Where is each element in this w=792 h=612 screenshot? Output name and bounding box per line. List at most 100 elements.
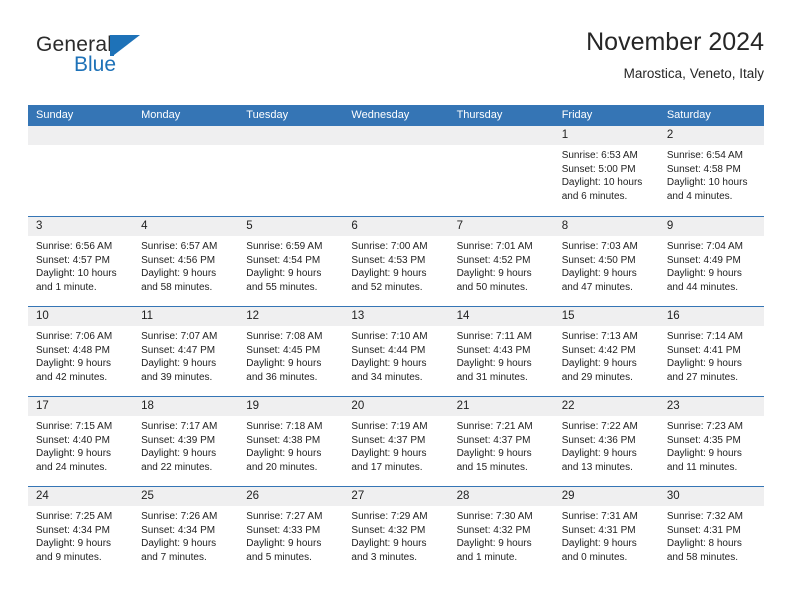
calendar-day-cell[interactable]: 18 Sunrise: 7:17 AM Sunset: 4:39 PM Dayligh… bbox=[133, 397, 239, 486]
day-number-strip: 6 bbox=[343, 217, 449, 236]
day-number-strip: 23 bbox=[658, 397, 764, 416]
day-number-strip: 10 bbox=[28, 307, 134, 326]
title-block: November 2024 Marostica, Veneto, Italy bbox=[586, 28, 764, 81]
sunrise-text: Sunrise: 7:19 AM bbox=[351, 421, 428, 432]
daylight-text: Daylight: 10 hours and 4 minutes. bbox=[666, 177, 748, 202]
day-number-strip: 29 bbox=[553, 487, 659, 506]
calendar-day-cell[interactable]: 21 Sunrise: 7:21 AM Sunset: 4:37 PM Dayligh… bbox=[448, 397, 554, 486]
calendar-day-cell[interactable]: 3 Sunrise: 6:56 AM Sunset: 4:57 PM Daylight… bbox=[28, 217, 134, 306]
day-number: 28 bbox=[456, 490, 470, 502]
general-blue-logo[interactable]: General Blue bbox=[36, 34, 256, 90]
daylight-text: Daylight: 9 hours and 5 minutes. bbox=[246, 538, 322, 563]
calendar-day-cell[interactable]: 11 Sunrise: 7:07 AM Sunset: 4:47 PM Dayligh… bbox=[133, 307, 239, 396]
calendar-day-cell[interactable]: 7 Sunrise: 7:01 AM Sunset: 4:52 PM Daylight… bbox=[448, 217, 554, 306]
sunset-text: Sunset: 4:31 PM bbox=[561, 524, 636, 536]
sunset-text: Sunset: 4:49 PM bbox=[666, 254, 741, 266]
daylight-text: Daylight: 9 hours and 3 minutes. bbox=[351, 538, 427, 563]
day-details: Sunrise: 7:30 AM Sunset: 4:32 PM Daylight:… bbox=[449, 506, 554, 564]
day-number-strip: 16 bbox=[658, 307, 764, 326]
day-number-strip: 3 bbox=[28, 217, 134, 236]
sunrise-text: Sunrise: 7:18 AM bbox=[246, 421, 323, 432]
weekday-header-tuesday: Tuesday bbox=[246, 109, 289, 121]
day-number: 11 bbox=[141, 310, 154, 322]
calendar-day-cell[interactable]: 8 Sunrise: 7:03 AM Sunset: 4:50 PM Daylight… bbox=[553, 217, 659, 306]
day-details: Sunrise: 6:59 AM Sunset: 4:54 PM Daylight:… bbox=[238, 236, 343, 294]
calendar-week-row: 3 Sunrise: 6:56 AM Sunset: 4:57 PM Daylight… bbox=[28, 216, 764, 306]
sunrise-text: Sunrise: 7:22 AM bbox=[561, 421, 638, 432]
day-number: 19 bbox=[246, 400, 260, 412]
sunrise-text: Sunrise: 7:01 AM bbox=[456, 241, 533, 252]
day-number-strip: 8 bbox=[553, 217, 659, 236]
day-number-strip: 18 bbox=[133, 397, 239, 416]
calendar-day-cell[interactable]: 5 Sunrise: 6:59 AM Sunset: 4:54 PM Daylight… bbox=[238, 217, 344, 306]
daylight-text: Daylight: 9 hours and 39 minutes. bbox=[141, 358, 217, 383]
day-number-strip: 21 bbox=[448, 397, 554, 416]
calendar-day-cell[interactable]: 19 Sunrise: 7:18 AM Sunset: 4:38 PM Dayligh… bbox=[238, 397, 344, 486]
sunset-text: Sunset: 4:36 PM bbox=[561, 434, 636, 446]
weekday-header-row: Sunday Monday Tuesday Wednesday Thursday Frid… bbox=[28, 105, 764, 126]
daylight-text: Daylight: 9 hours and 27 minutes. bbox=[666, 358, 742, 383]
sunrise-text: Sunrise: 6:56 AM bbox=[36, 241, 113, 252]
daylight-text: Daylight: 9 hours and 31 minutes. bbox=[456, 358, 532, 383]
day-number: 26 bbox=[246, 490, 260, 502]
sunset-text: Sunset: 4:42 PM bbox=[561, 344, 636, 356]
daylight-text: Daylight: 9 hours and 13 minutes. bbox=[561, 448, 637, 473]
day-details: Sunrise: 7:21 AM Sunset: 4:37 PM Daylight:… bbox=[449, 416, 554, 474]
calendar-day-cell[interactable]: 12 Sunrise: 7:08 AM Sunset: 4:45 PM Dayligh… bbox=[238, 307, 344, 396]
calendar-day-cell[interactable]: 24 Sunrise: 7:25 AM Sunset: 4:34 PM Dayligh… bbox=[28, 487, 134, 576]
sunset-text: Sunset: 4:57 PM bbox=[36, 254, 110, 266]
sunset-text: Sunset: 5:00 PM bbox=[561, 163, 636, 175]
sunset-text: Sunset: 4:31 PM bbox=[666, 524, 741, 536]
daylight-text: Daylight: 9 hours and 52 minutes. bbox=[351, 268, 427, 293]
sunrise-text: Sunrise: 7:30 AM bbox=[456, 511, 533, 522]
calendar-day-cell[interactable]: 23 Sunrise: 7:23 AM Sunset: 4:35 PM Dayligh… bbox=[658, 397, 764, 486]
calendar-day-cell[interactable]: 25 Sunrise: 7:26 AM Sunset: 4:34 PM Dayligh… bbox=[133, 487, 239, 576]
calendar-day-cell[interactable]: 14 Sunrise: 7:11 AM Sunset: 4:43 PM Dayligh… bbox=[448, 307, 554, 396]
day-number-strip: 24 bbox=[28, 487, 134, 506]
day-number: 16 bbox=[666, 310, 680, 322]
day-number: 9 bbox=[666, 220, 674, 232]
calendar-day-cell[interactable]: 4 Sunrise: 6:57 AM Sunset: 4:56 PM Daylight… bbox=[133, 217, 239, 306]
logo-text-blue: Blue bbox=[74, 53, 117, 76]
calendar-day-cell[interactable]: 9 Sunrise: 7:04 AM Sunset: 4:49 PM Daylight… bbox=[658, 217, 764, 306]
day-number-strip: 4 bbox=[133, 217, 239, 236]
sunrise-text: Sunrise: 7:13 AM bbox=[561, 331, 638, 342]
calendar-day-cell[interactable]: 10 Sunrise: 7:06 AM Sunset: 4:48 PM Dayligh… bbox=[28, 307, 134, 396]
day-number-strip: 26 bbox=[238, 487, 344, 506]
sunrise-text: Sunrise: 7:08 AM bbox=[246, 331, 323, 342]
day-number: 8 bbox=[561, 220, 569, 232]
sunset-text: Sunset: 4:40 PM bbox=[36, 434, 110, 446]
sunrise-text: Sunrise: 6:59 AM bbox=[246, 241, 323, 252]
calendar-day-cell[interactable]: 13 Sunrise: 7:10 AM Sunset: 4:44 PM Dayligh… bbox=[343, 307, 449, 396]
day-number: 14 bbox=[456, 310, 470, 322]
calendar-day-cell[interactable]: 27 Sunrise: 7:29 AM Sunset: 4:32 PM Dayligh… bbox=[343, 487, 449, 576]
calendar-week-row: 24 Sunrise: 7:25 AM Sunset: 4:34 PM Dayligh… bbox=[28, 486, 764, 576]
calendar-day-cell[interactable]: 30 Sunrise: 7:32 AM Sunset: 4:31 PM Dayligh… bbox=[658, 487, 764, 576]
day-details: Sunrise: 7:17 AM Sunset: 4:39 PM Daylight:… bbox=[133, 416, 238, 474]
day-number: 27 bbox=[351, 490, 365, 502]
calendar-day-cell[interactable]: 1 Sunrise: 6:53 AM Sunset: 5:00 PM Daylight… bbox=[553, 126, 659, 216]
day-number: 1 bbox=[561, 129, 569, 141]
calendar-week-row: 1 Sunrise: 6:53 AM Sunset: 5:00 PM Daylight… bbox=[28, 126, 764, 216]
sunrise-text: Sunrise: 7:03 AM bbox=[561, 241, 638, 252]
daylight-text: Daylight: 9 hours and 22 minutes. bbox=[141, 448, 217, 473]
day-details: Sunrise: 6:54 AM Sunset: 4:58 PM Daylight:… bbox=[659, 145, 764, 203]
day-details: Sunrise: 6:57 AM Sunset: 4:56 PM Daylight:… bbox=[133, 236, 238, 294]
calendar-day-cell[interactable]: 6 Sunrise: 7:00 AM Sunset: 4:53 PM Daylight… bbox=[343, 217, 449, 306]
day-details: Sunrise: 7:32 AM Sunset: 4:31 PM Daylight:… bbox=[659, 506, 764, 564]
calendar-day-cell[interactable]: 22 Sunrise: 7:22 AM Sunset: 4:36 PM Dayligh… bbox=[553, 397, 659, 486]
calendar-day-cell[interactable]: 28 Sunrise: 7:30 AM Sunset: 4:32 PM Dayligh… bbox=[448, 487, 554, 576]
day-number: 2 bbox=[666, 129, 674, 141]
day-details: Sunrise: 7:25 AM Sunset: 4:34 PM Daylight:… bbox=[28, 506, 133, 564]
calendar-day-cell[interactable]: 2 Sunrise: 6:54 AM Sunset: 4:58 PM Daylight… bbox=[658, 126, 764, 216]
calendar-day-cell[interactable]: 29 Sunrise: 7:31 AM Sunset: 4:31 PM Dayligh… bbox=[553, 487, 659, 576]
weekday-header-monday: Monday bbox=[141, 109, 181, 121]
calendar-day-cell[interactable]: 17 Sunrise: 7:15 AM Sunset: 4:40 PM Dayligh… bbox=[28, 397, 134, 486]
day-details: Sunrise: 7:10 AM Sunset: 4:44 PM Daylight:… bbox=[343, 326, 448, 384]
calendar-day-cell[interactable]: 16 Sunrise: 7:14 AM Sunset: 4:41 PM Dayligh… bbox=[658, 307, 764, 396]
calendar-day-cell[interactable]: 15 Sunrise: 7:13 AM Sunset: 4:42 PM Dayligh… bbox=[553, 307, 659, 396]
day-number: 29 bbox=[561, 490, 575, 502]
calendar-day-cell[interactable]: 20 Sunrise: 7:19 AM Sunset: 4:37 PM Dayligh… bbox=[343, 397, 449, 486]
calendar-cell-empty bbox=[133, 126, 239, 216]
calendar-day-cell[interactable]: 26 Sunrise: 7:27 AM Sunset: 4:33 PM Dayligh… bbox=[238, 487, 344, 576]
